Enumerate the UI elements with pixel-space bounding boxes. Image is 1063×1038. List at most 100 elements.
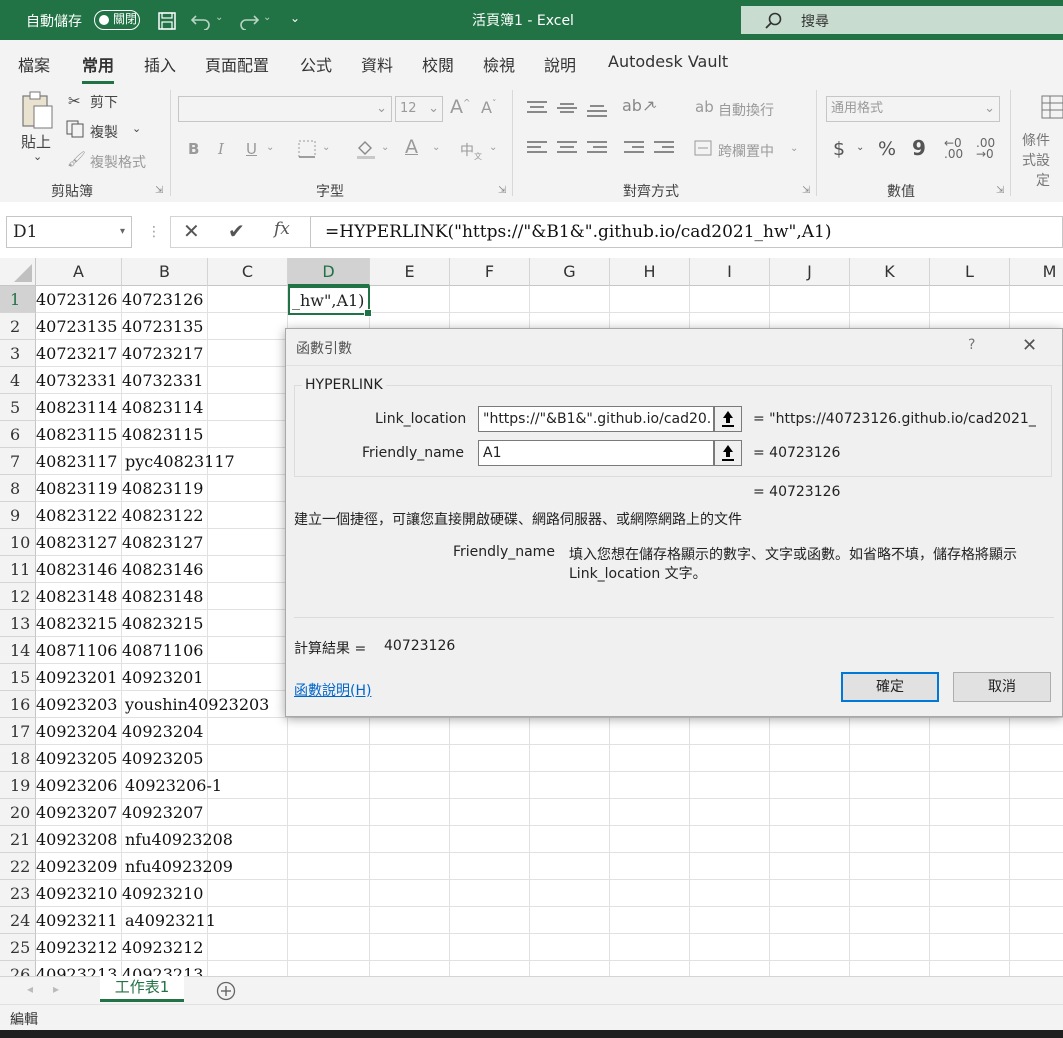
cell-b[interactable]: nfu40923209 [122,853,233,880]
bold-button[interactable]: B [188,140,199,158]
cell-empty[interactable] [610,961,690,976]
align-center-icon[interactable] [557,140,577,156]
cell-empty[interactable] [1010,907,1063,934]
row-header[interactable]: 18 [0,745,36,772]
cell-empty[interactable] [850,934,930,961]
cell-empty[interactable] [770,772,850,799]
alignment-launcher-icon[interactable]: ⇲ [802,185,810,196]
cell-a[interactable]: 40923204 [36,718,122,745]
copy-label[interactable]: 複製 [90,122,118,142]
cell-empty[interactable] [850,880,930,907]
row-header[interactable]: 12 [0,583,36,610]
row-header[interactable]: 16 [0,691,36,718]
font-name-combo[interactable]: ⌄ [178,96,392,122]
cell-b[interactable]: 40723135 [122,313,208,340]
cell-empty[interactable] [450,718,530,745]
scroll-tabs-right-icon[interactable]: ▸ [53,982,59,996]
cell-empty[interactable] [208,313,288,340]
select-all-button[interactable] [0,258,36,286]
merge-center-label[interactable]: 跨欄置中 [718,141,774,161]
cell-empty[interactable] [370,718,450,745]
currency-button[interactable]: $ [833,138,845,160]
cell-empty[interactable] [1010,799,1063,826]
row-header[interactable]: 26 [0,961,36,976]
cell-empty[interactable] [850,799,930,826]
borders-dropdown-icon[interactable]: ⌄ [322,142,330,153]
row-header[interactable]: 10 [0,529,36,556]
row-header[interactable]: 6 [0,421,36,448]
cell-empty[interactable] [770,718,850,745]
cell-b[interactable]: 40723217 [122,340,208,367]
ok-button[interactable]: 確定 [841,672,939,702]
row-header[interactable]: 21 [0,826,36,853]
cell-empty[interactable] [208,745,288,772]
cell-a[interactable]: 40823146 [36,556,122,583]
cell-a[interactable]: 40923205 [36,745,122,772]
cell-empty[interactable] [690,880,770,907]
tab-autodesk-vault[interactable]: Autodesk Vault [608,52,728,71]
search-box[interactable]: 搜尋 [741,6,1063,34]
cell-empty[interactable] [610,772,690,799]
cell-empty[interactable] [930,826,1010,853]
cell-empty[interactable] [850,718,930,745]
borders-icon[interactable] [298,140,318,158]
cell-empty[interactable] [610,745,690,772]
cell-empty[interactable] [690,934,770,961]
cell-empty[interactable] [930,745,1010,772]
column-header-h[interactable]: H [610,258,690,286]
cell-empty[interactable] [930,718,1010,745]
cell-empty[interactable] [288,799,370,826]
fill-handle[interactable] [364,309,372,317]
cell-empty[interactable] [208,475,288,502]
cell-empty[interactable] [288,880,370,907]
font-color-icon[interactable]: A [405,136,418,158]
row-header[interactable]: 4 [0,367,36,394]
tab-view[interactable]: 檢視 [483,52,515,76]
formula-input[interactable]: =HYPERLINK("https://"&B1&".github.io/cad… [310,216,1063,248]
cell-empty[interactable] [288,826,370,853]
row-header[interactable]: 5 [0,394,36,421]
cell-empty[interactable] [530,880,610,907]
row-header[interactable]: 20 [0,799,36,826]
cell-empty[interactable] [610,907,690,934]
cell-empty[interactable] [770,880,850,907]
cell-empty[interactable] [208,394,288,421]
cell-empty[interactable] [1010,880,1063,907]
cell-empty[interactable] [930,880,1010,907]
underline-dropdown-icon[interactable]: ⌄ [266,142,274,153]
cell-empty[interactable] [770,286,850,313]
font-color-dropdown-icon[interactable]: ⌄ [432,142,440,153]
cell-empty[interactable] [690,907,770,934]
cell-empty[interactable] [450,772,530,799]
cell-empty[interactable] [930,961,1010,976]
conditional-formatting-label-2[interactable]: 設定 [1036,150,1063,190]
cell-empty[interactable] [450,907,530,934]
comma-button[interactable]: 9 [912,136,926,160]
cell-empty[interactable] [530,826,610,853]
cell-empty[interactable] [930,907,1010,934]
cell-a[interactable]: 40823119 [36,475,122,502]
cell-empty[interactable] [770,826,850,853]
cut-icon[interactable]: ✂ [68,92,81,110]
cell-empty[interactable] [1010,853,1063,880]
cell-b[interactable]: pyc40823117 [122,448,235,475]
wrap-text-label[interactable]: 自動換行 [718,100,774,120]
cell-empty[interactable] [1010,286,1063,313]
align-right-icon[interactable] [587,140,607,156]
cell-b[interactable]: 40823146 [122,556,208,583]
increase-indent-icon[interactable] [654,140,674,156]
cell-a[interactable]: 40723126 [36,286,122,313]
scroll-tabs-left-icon[interactable]: ◂ [27,982,33,996]
cell-a[interactable]: 40923208 [36,826,122,853]
cell-empty[interactable] [370,286,450,313]
cell-empty[interactable] [370,934,450,961]
function-help-link[interactable]: 函數說明(H) [294,680,371,700]
merge-dropdown-icon[interactable]: ⌄ [790,143,798,154]
cell-empty[interactable] [288,907,370,934]
cell-empty[interactable] [530,907,610,934]
sheet-tab-1[interactable]: 工作表1 [100,976,184,1002]
font-size-combo[interactable]: 12 ⌄ [395,96,443,122]
cell-empty[interactable] [690,799,770,826]
cell-empty[interactable] [530,718,610,745]
cell-b[interactable]: 40823119 [122,475,208,502]
